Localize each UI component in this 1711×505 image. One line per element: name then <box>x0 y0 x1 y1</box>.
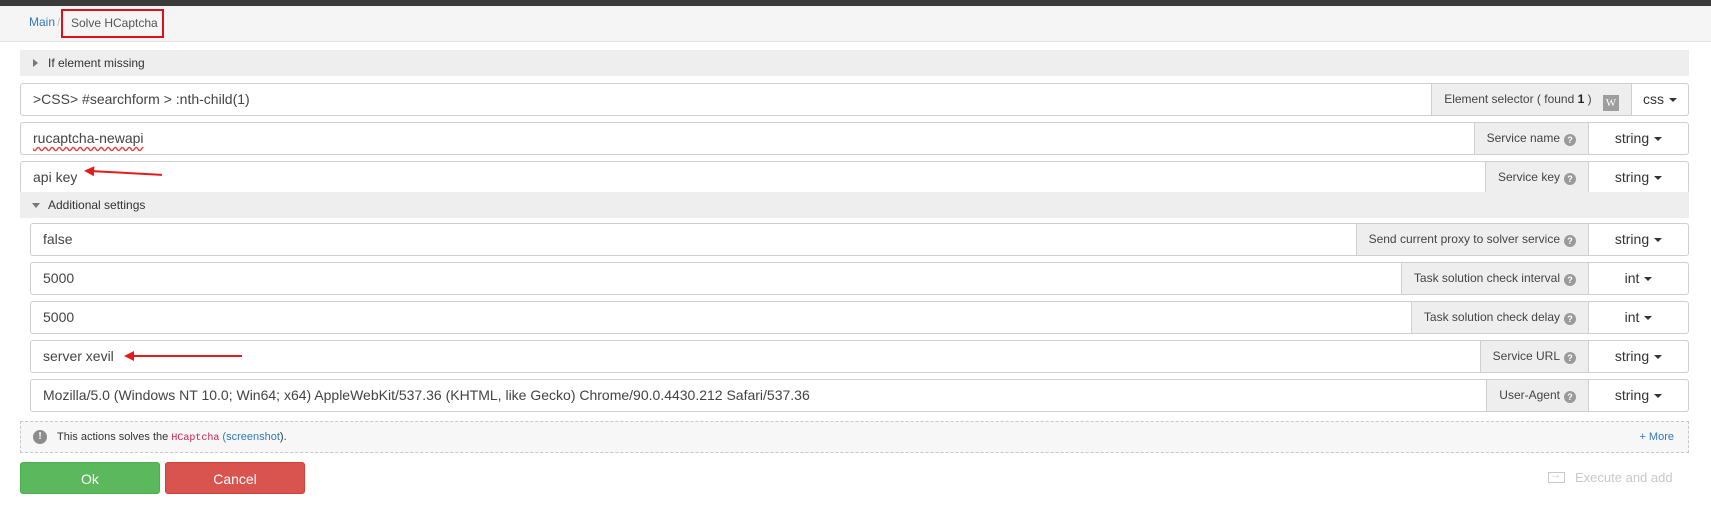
send-proxy-label: Send current proxy to solver service? <box>1355 224 1588 255</box>
caret-right-icon <box>33 59 38 67</box>
caret-down-icon <box>1654 176 1663 180</box>
info-code: HCaptcha <box>171 433 220 444</box>
service-name-type-dropdown[interactable]: string <box>1588 123 1688 154</box>
element-selector-label-close: ) <box>1587 92 1592 106</box>
service-name-input[interactable]: rucaptcha-newapi <box>21 123 1474 154</box>
service-key-input[interactable]: api key <box>21 162 1485 193</box>
if-element-missing-toggle[interactable]: If element missing <box>20 50 1689 76</box>
screenshot-link[interactable]: (screenshot <box>222 431 279 443</box>
if-element-missing-label: If element missing <box>48 56 145 70</box>
help-icon[interactable]: ? <box>1564 391 1576 403</box>
check-interval-type-dropdown[interactable]: int <box>1588 263 1688 294</box>
service-name-label: Service name? <box>1473 123 1588 154</box>
service-url-type-dropdown[interactable]: string <box>1588 341 1688 372</box>
service-key-label-text: Service key <box>1497 170 1560 184</box>
element-selector-label-text: Element selector ( found <box>1444 92 1575 106</box>
check-delay-label: Task solution check delay? <box>1410 302 1588 333</box>
exclamation-icon: ! <box>33 430 47 444</box>
info-text-before: This actions solves the <box>57 431 169 443</box>
help-icon[interactable]: ? <box>1564 134 1576 146</box>
execute-and-add-button[interactable]: Execute and add <box>1548 469 1673 485</box>
user-agent-label: User-Agent? <box>1486 380 1588 411</box>
link-close: ). <box>279 431 287 443</box>
caret-down-icon <box>1654 238 1663 242</box>
service-key-row: api key Service key? string <box>20 161 1689 194</box>
check-delay-input[interactable]: 5000 <box>31 302 1411 333</box>
service-name-row: rucaptcha-newapi Service name? string <box>20 122 1689 155</box>
check-delay-type-value: int <box>1624 309 1640 325</box>
help-icon[interactable]: ? <box>1564 313 1576 325</box>
info-box: ! This actions solves the HCaptcha (scre… <box>20 421 1689 453</box>
caret-down-icon <box>1654 394 1663 398</box>
cancel-button[interactable]: Cancel <box>165 462 305 494</box>
user-agent-type-dropdown[interactable]: string <box>1588 380 1688 411</box>
user-agent-row: Mozilla/5.0 (Windows NT 10.0; Win64; x64… <box>30 379 1689 412</box>
check-interval-type-value: int <box>1624 270 1640 286</box>
annotation-arrow <box>124 351 242 361</box>
execute-and-add-label: Execute and add <box>1575 470 1673 485</box>
service-key-type-dropdown[interactable]: string <box>1588 162 1688 193</box>
found-count: 1 <box>1577 92 1585 106</box>
breadcrumb-main-link[interactable]: Main <box>29 15 55 29</box>
service-key-type-value: string <box>1614 169 1650 185</box>
caret-down-icon <box>32 203 40 208</box>
caret-down-icon <box>1654 355 1663 359</box>
service-url-row: server xevil Service URL? string <box>30 340 1689 373</box>
service-url-input[interactable]: server xevil <box>31 341 1480 372</box>
caret-down-icon <box>1644 277 1653 281</box>
service-url-label: Service URL? <box>1479 341 1588 372</box>
service-url-label-text: Service URL <box>1492 349 1560 363</box>
check-interval-row: 5000 Task solution check interval? int <box>30 262 1689 295</box>
check-interval-label-text: Task solution check interval <box>1413 271 1560 285</box>
service-name-value: rucaptcha-newapi <box>33 130 144 146</box>
check-interval-input[interactable]: 5000 <box>31 263 1401 294</box>
selector-type-dropdown[interactable]: css <box>1631 84 1688 115</box>
service-name-label-text: Service name <box>1486 131 1560 145</box>
help-icon[interactable]: ? <box>1564 274 1576 286</box>
breadcrumb-separator: / <box>57 15 61 29</box>
caret-down-icon <box>1669 98 1677 102</box>
service-name-type-value: string <box>1614 130 1650 146</box>
check-delay-type-dropdown[interactable]: int <box>1588 302 1688 333</box>
check-interval-label: Task solution check interval? <box>1400 263 1588 294</box>
element-selector-row: >CSS> #searchform > :nth-child(1) Elemen… <box>20 83 1689 116</box>
help-icon[interactable]: ? <box>1564 352 1576 364</box>
ok-button[interactable]: Ok <box>20 462 160 494</box>
additional-settings-label: Additional settings <box>48 198 146 212</box>
selector-type-value: css <box>1643 91 1664 107</box>
service-url-type-value: string <box>1614 348 1650 364</box>
screenshot-link-text: screenshot <box>226 431 280 443</box>
caret-down-icon <box>1644 316 1653 320</box>
help-icon[interactable]: ? <box>1564 173 1576 185</box>
breadcrumb-current: Solve HCaptcha <box>61 9 164 38</box>
send-proxy-type-value: string <box>1614 231 1650 247</box>
caret-down-icon <box>1654 137 1663 141</box>
more-link[interactable]: + More <box>1639 422 1674 452</box>
info-text: This actions solves the HCaptcha (screen… <box>57 422 287 454</box>
user-agent-input[interactable]: Mozilla/5.0 (Windows NT 10.0; Win64; x64… <box>31 380 1486 411</box>
send-proxy-type-dropdown[interactable]: string <box>1588 224 1688 255</box>
element-selector-label: Element selector ( found 1 ) W <box>1431 84 1631 115</box>
send-proxy-input[interactable]: false <box>31 224 1356 255</box>
breadcrumb: Main / Solve HCaptcha <box>0 6 1711 42</box>
additional-settings-toggle[interactable]: Additional settings <box>20 192 1689 218</box>
wiki-icon[interactable]: W <box>1603 95 1619 111</box>
check-delay-label-text: Task solution check delay <box>1423 310 1560 324</box>
service-key-label: Service key? <box>1484 162 1588 193</box>
user-agent-type-value: string <box>1614 387 1650 403</box>
user-agent-label-text: User-Agent <box>1499 388 1560 402</box>
element-selector-input[interactable]: >CSS> #searchform > :nth-child(1) <box>21 84 1431 115</box>
execute-icon <box>1548 469 1565 483</box>
send-proxy-row: false Send current proxy to solver servi… <box>30 223 1689 256</box>
check-delay-row: 5000 Task solution check delay? int <box>30 301 1689 334</box>
send-proxy-label-text: Send current proxy to solver service <box>1368 232 1560 246</box>
help-icon[interactable]: ? <box>1564 235 1576 247</box>
